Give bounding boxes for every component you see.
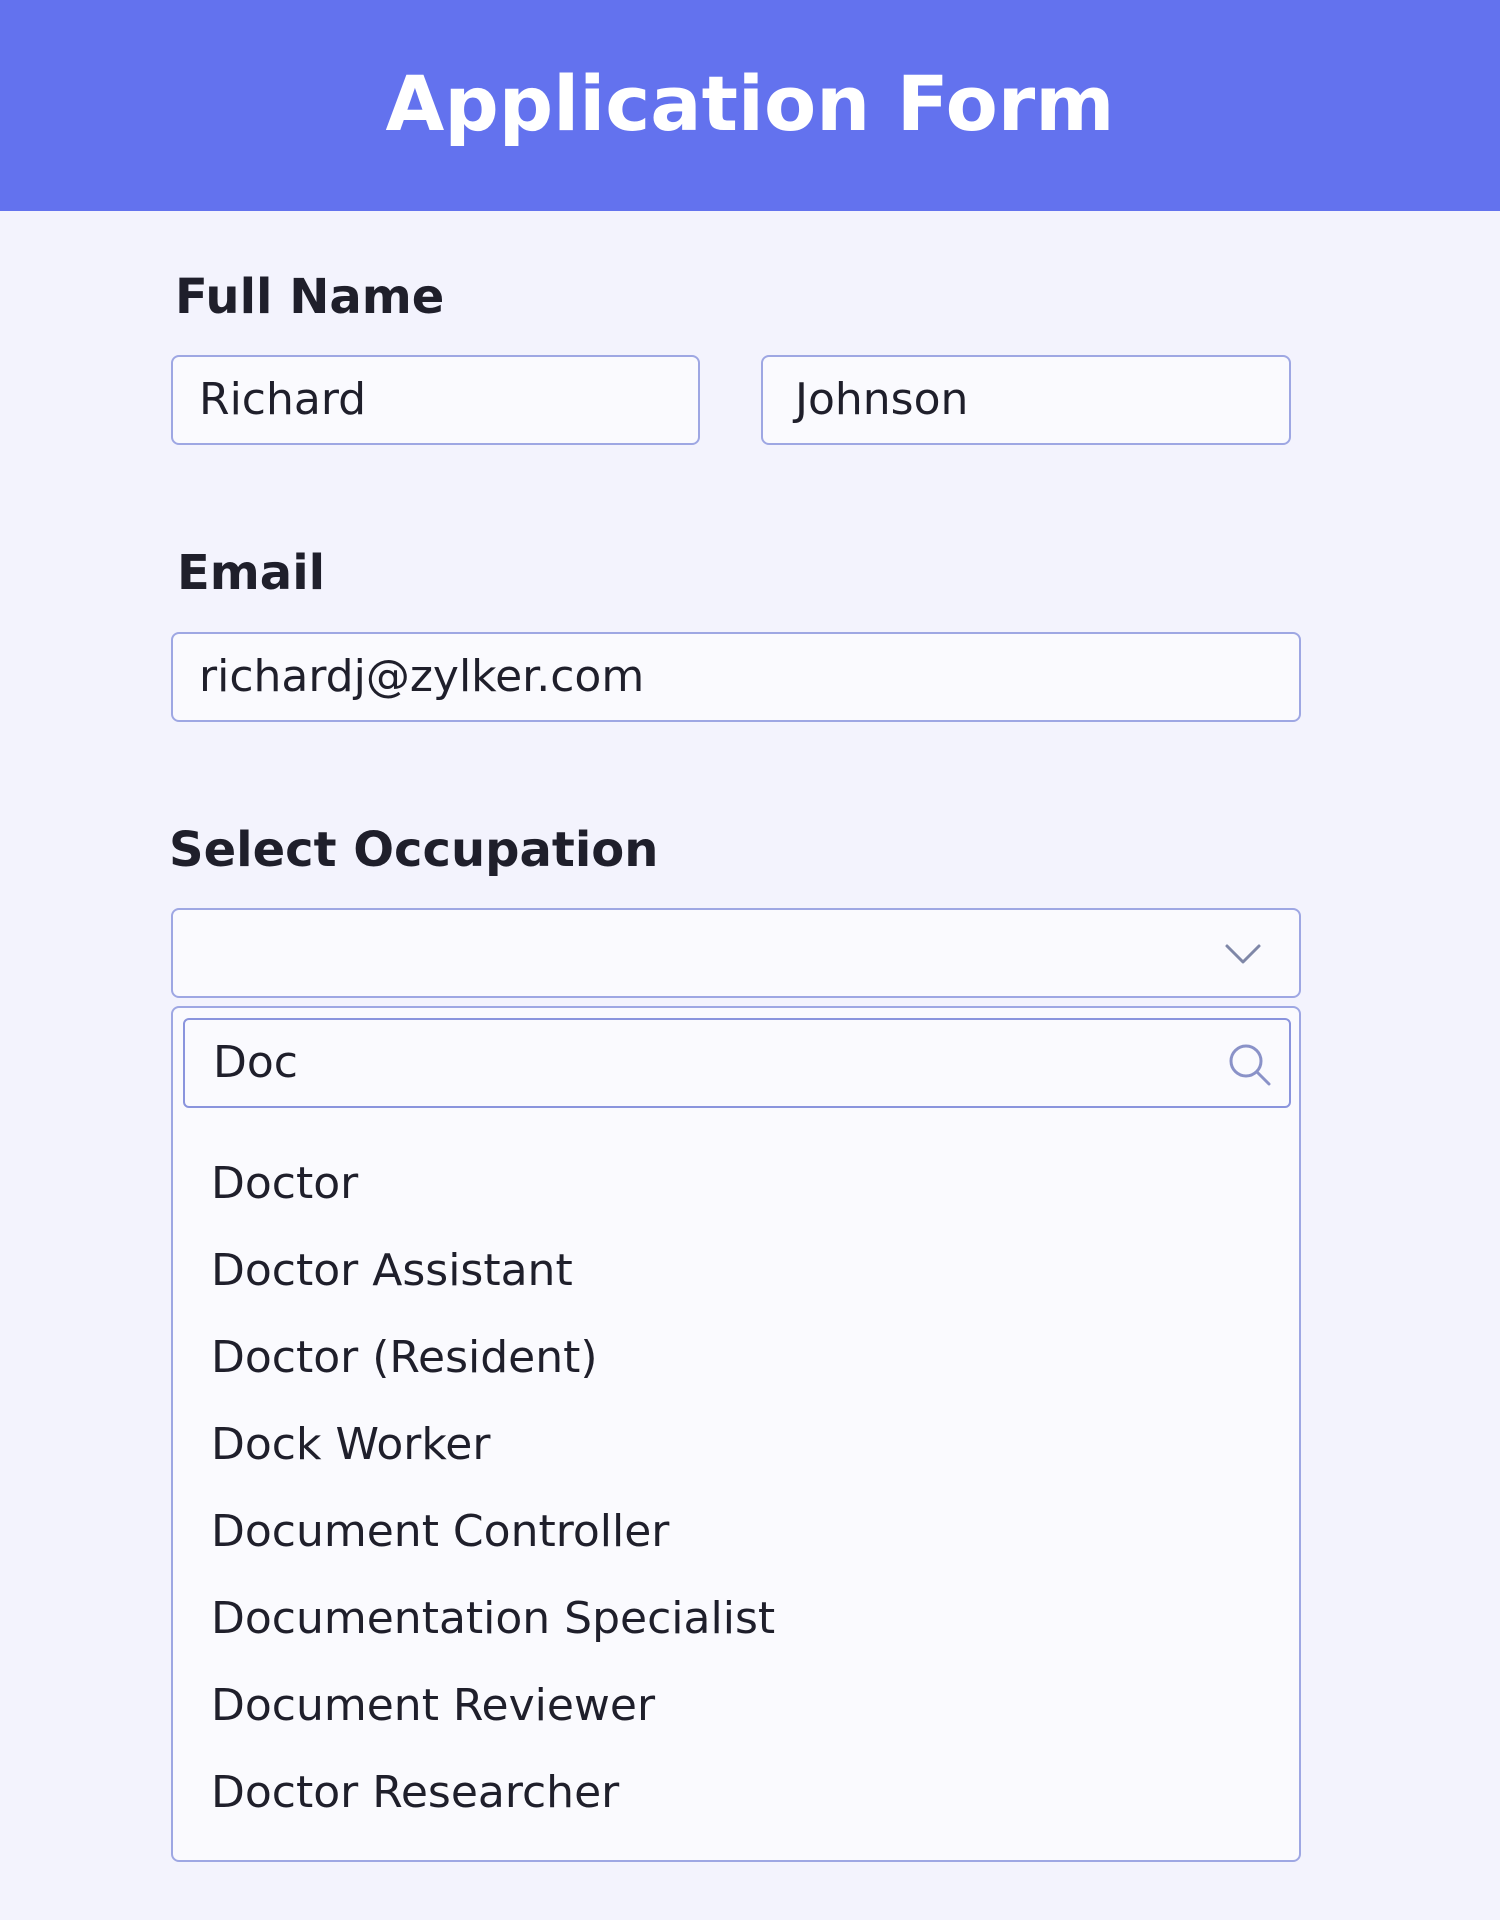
occupation-option[interactable]: Doctor Researcher — [211, 1749, 775, 1836]
occupation-option[interactable]: Doctor — [211, 1140, 775, 1227]
occupation-search-value: Doc — [213, 1037, 298, 1088]
form-header: Application Form — [0, 0, 1500, 211]
email-field[interactable]: richardj@zylker.com — [171, 632, 1301, 722]
occupation-option[interactable]: Dock Worker — [211, 1401, 775, 1488]
occupation-dropdown: Doc Doctor Doctor Assistant Doctor (Resi… — [171, 1006, 1301, 1862]
last-name-value: Johnson — [795, 374, 969, 425]
first-name-field[interactable]: Richard — [171, 355, 700, 445]
page-title: Application Form — [385, 59, 1115, 148]
occupation-option[interactable]: Doctor (Resident) — [211, 1314, 775, 1401]
occupation-option[interactable]: Document Reviewer — [211, 1662, 775, 1749]
chevron-down-icon[interactable] — [1221, 934, 1265, 974]
occupation-label: Select Occupation — [169, 822, 659, 878]
full-name-label: Full Name — [175, 269, 445, 325]
first-name-value: Richard — [199, 374, 367, 425]
search-icon — [1229, 1044, 1271, 1086]
email-label: Email — [177, 545, 326, 601]
occupation-option[interactable]: Documentation Specialist — [211, 1575, 775, 1662]
last-name-field[interactable]: Johnson — [761, 355, 1291, 445]
email-value: richardj@zylker.com — [199, 651, 645, 702]
occupation-option[interactable]: Doctor Assistant — [211, 1227, 775, 1314]
occupation-option[interactable]: Document Controller — [211, 1488, 775, 1575]
occupation-options-list: Doctor Doctor Assistant Doctor (Resident… — [211, 1140, 775, 1836]
occupation-select[interactable] — [171, 908, 1301, 998]
occupation-search-input[interactable]: Doc — [183, 1018, 1291, 1108]
